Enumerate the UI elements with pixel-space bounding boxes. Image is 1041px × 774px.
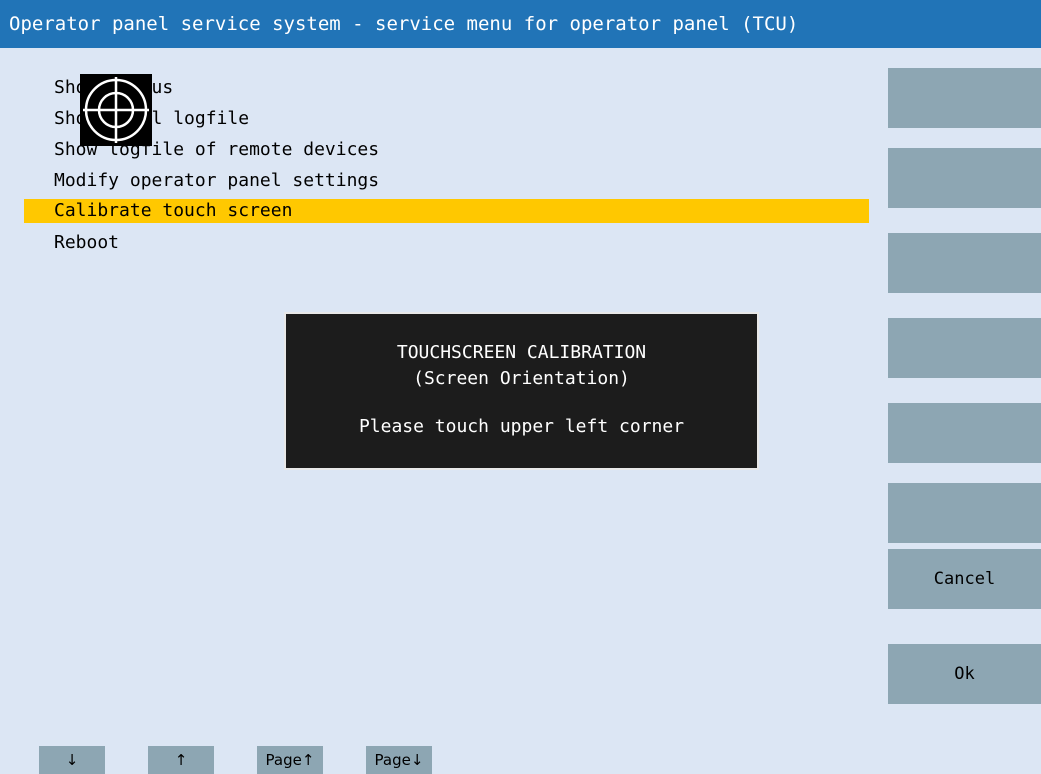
menu-item-calibrate-touch-screen[interactable]: Calibrate touch screen [24, 199, 869, 223]
menu-item-reboot[interactable]: Reboot [24, 227, 869, 258]
calibration-dialog: TOUCHSCREEN CALIBRATION (Screen Orientat… [284, 312, 759, 470]
ok-button[interactable]: Ok [888, 644, 1041, 704]
softkey-4[interactable] [888, 318, 1041, 378]
menu-item-modify-settings[interactable]: Modify operator panel settings [24, 165, 869, 196]
dialog-message: Please touch upper left corner [358, 416, 685, 437]
dialog-subtitle: (Screen Orientation) [413, 368, 630, 389]
softkey-1[interactable] [888, 68, 1041, 128]
cancel-button[interactable]: Cancel [888, 549, 1041, 609]
arrow-down-button[interactable]: ↓ [39, 746, 105, 774]
softkey-3[interactable] [888, 233, 1041, 293]
window-title: Operator panel service system - service … [0, 0, 1041, 48]
softkey-5[interactable] [888, 403, 1041, 463]
calibration-crosshair-icon[interactable] [80, 74, 152, 146]
dialog-title: TOUCHSCREEN CALIBRATION [396, 342, 647, 363]
softkey-2[interactable] [888, 148, 1041, 208]
softkey-bar: Cancel Ok [888, 0, 1041, 774]
bottom-key-bar: ↓ ↑ Page↑ Page↓ [0, 742, 888, 774]
softkey-6[interactable] [888, 483, 1041, 543]
arrow-up-button[interactable]: ↑ [148, 746, 214, 774]
page-up-button[interactable]: Page↑ [257, 746, 323, 774]
page-down-button[interactable]: Page↓ [366, 746, 432, 774]
